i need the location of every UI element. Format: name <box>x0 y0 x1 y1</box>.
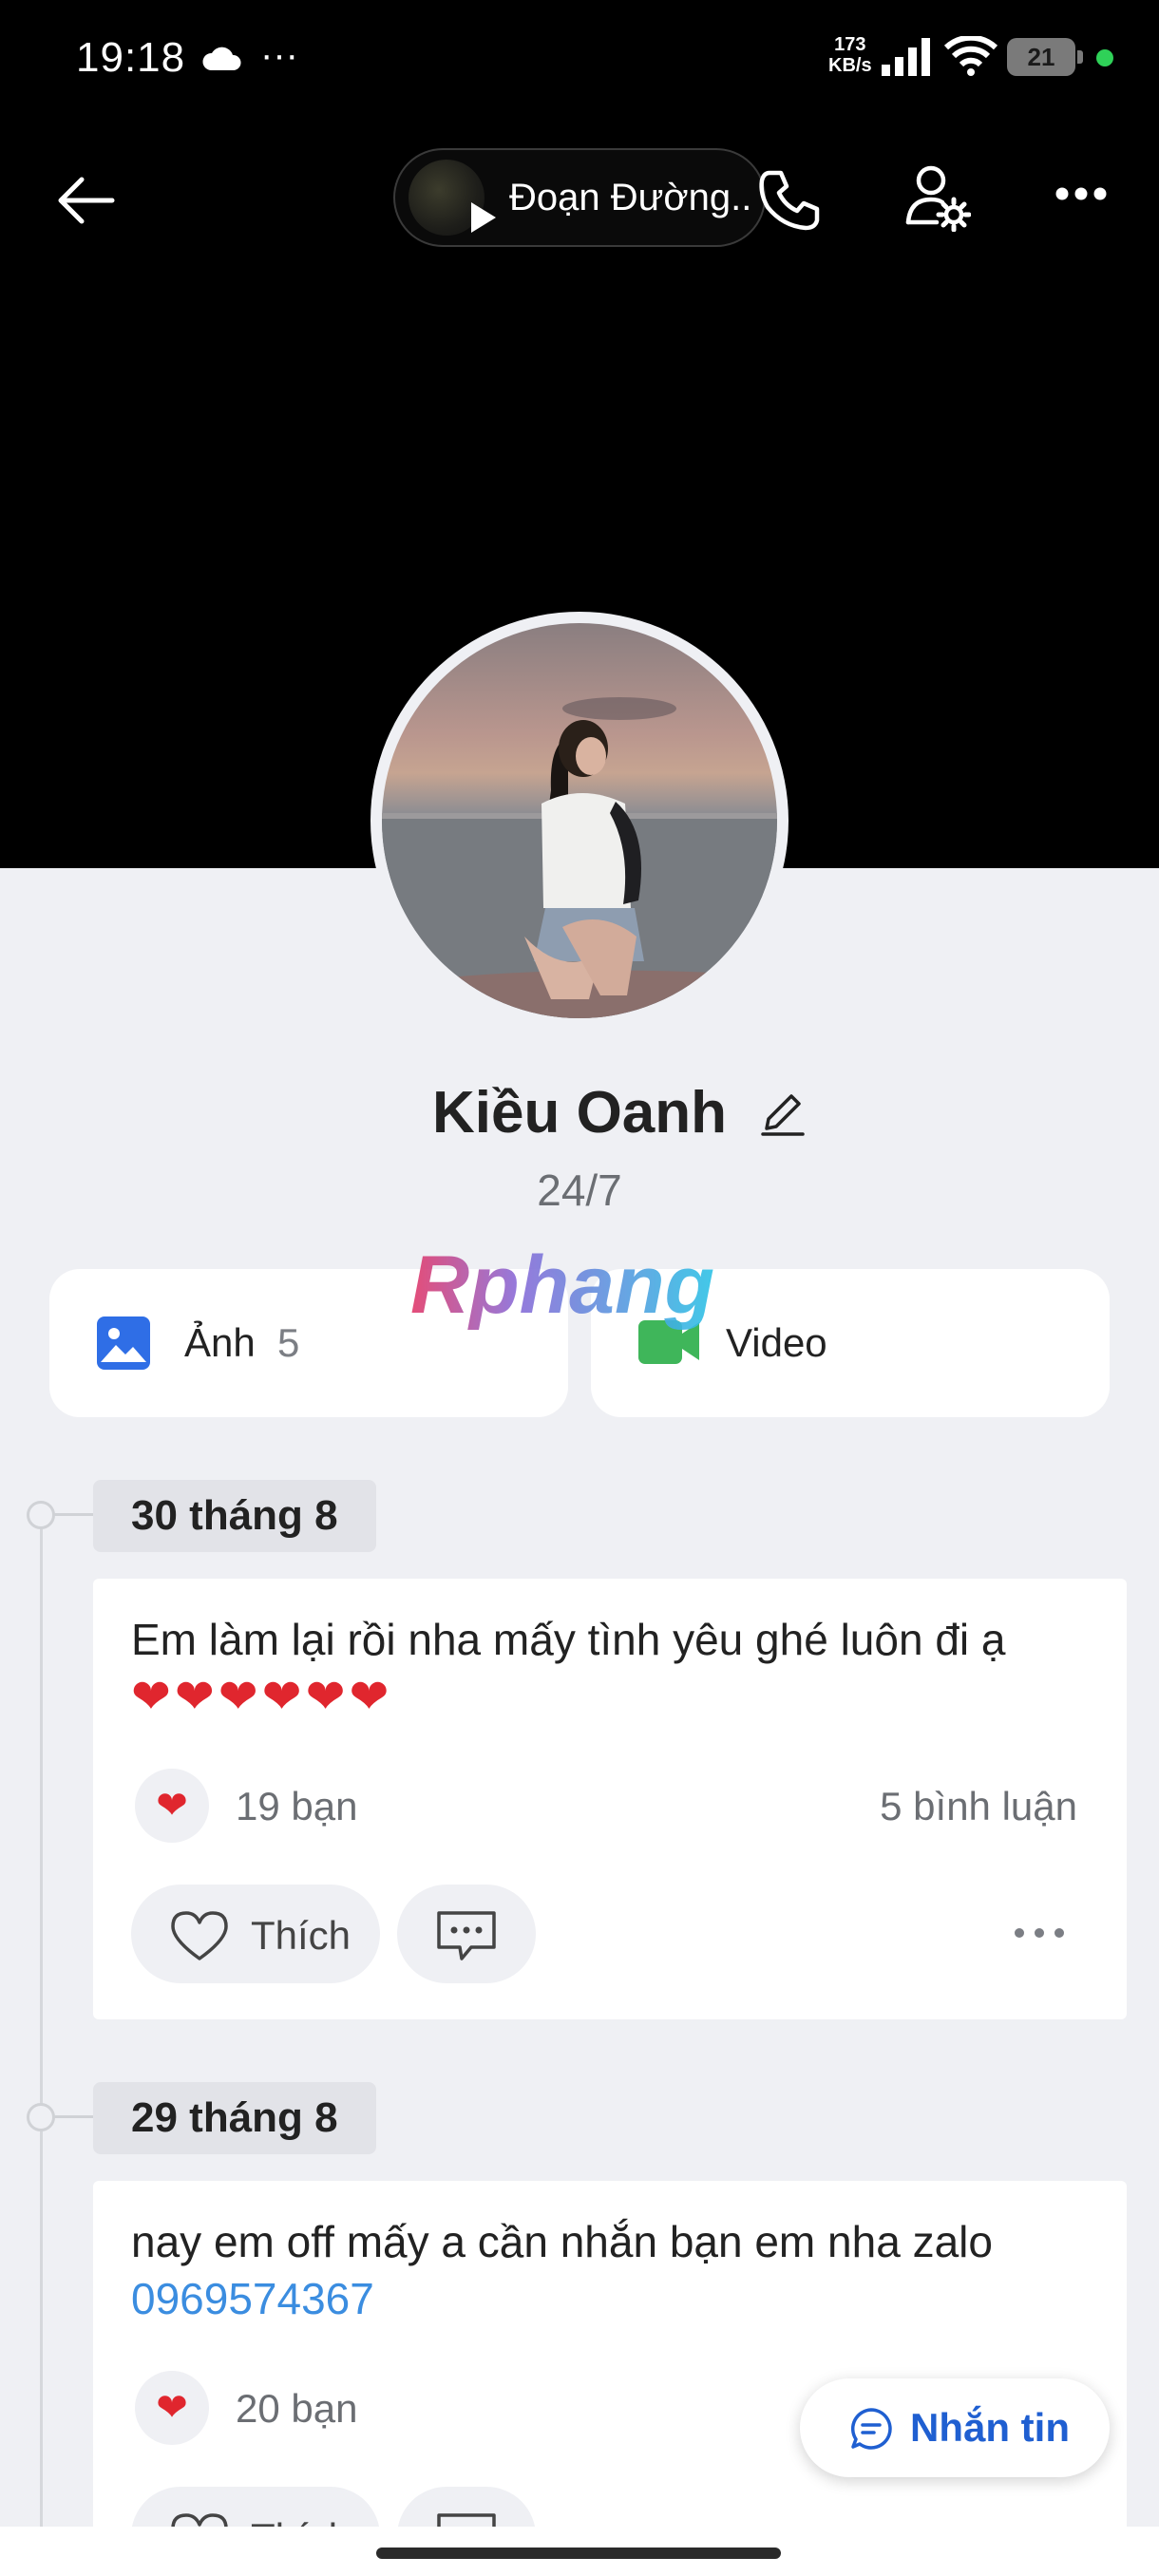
phone-number-link[interactable]: 0969574367 <box>131 2270 1089 2327</box>
status-more-dots: ··· <box>260 34 298 76</box>
timeline-line <box>40 1514 43 2576</box>
home-indicator[interactable] <box>376 2548 781 2559</box>
avatar[interactable] <box>382 623 777 1018</box>
back-arrow-icon[interactable] <box>53 167 120 234</box>
photos-label: Ảnh <box>184 1320 256 1365</box>
user-settings-icon[interactable] <box>902 163 971 232</box>
image-icon <box>97 1316 150 1370</box>
heart-reaction-icon[interactable]: ❤ <box>135 1769 209 1843</box>
battery-icon: 21 <box>1007 38 1083 76</box>
net-speed-value: 173 <box>834 34 866 55</box>
post-caption: Em làm lại rồi nha mấy tình yêu ghé luôn… <box>131 1615 1006 1664</box>
send-message-button[interactable]: Nhắn tin <box>800 2378 1110 2477</box>
comment-icon <box>437 1911 496 1960</box>
cloud-icon <box>202 47 241 70</box>
profile-name: Kiều Oanh <box>431 1080 728 1146</box>
like-label: Thích <box>251 1913 352 1958</box>
status-time: 19:18 <box>76 34 186 81</box>
like-button[interactable]: Thích <box>131 1885 380 1983</box>
post-heart-emojis: ❤❤❤❤❤❤ <box>131 1670 393 1723</box>
watermark-logo: Rphang <box>410 1241 714 1331</box>
net-speed: 173 KB/s <box>828 34 872 76</box>
comment-count[interactable]: 5 bình luận <box>880 1784 1077 1829</box>
more-options-icon[interactable] <box>1054 186 1108 201</box>
photos-count: 5 <box>277 1320 300 1365</box>
status-bar: 19:18 ··· 173 KB/s 21 <box>0 0 1159 123</box>
svg-text:Rphang: Rphang <box>410 1241 714 1331</box>
profile-music-button[interactable]: Đoạn Đường.. <box>393 148 766 247</box>
post-card[interactable]: Em làm lại rồi nha mấy tình yêu ghé luôn… <box>93 1579 1127 2019</box>
privacy-indicator-dot <box>1096 49 1113 66</box>
phone-call-icon[interactable] <box>756 167 823 234</box>
edit-pencil-icon[interactable] <box>759 1090 807 1138</box>
chat-bubble-icon <box>850 2408 892 2450</box>
music-title: Đoạn Đường.. <box>509 177 752 218</box>
date-chip: 29 tháng 8 <box>93 2082 376 2154</box>
timeline-dot <box>27 2103 96 2131</box>
post-caption: nay em off mấy a cần nhắn bạn em nha zal… <box>131 2217 993 2266</box>
comment-button[interactable] <box>397 1885 536 1983</box>
avatar-photo <box>382 697 777 1018</box>
post-text: Em làm lại rồi nha mấy tình yêu ghé luôn… <box>131 1611 1089 1725</box>
heart-reaction-icon[interactable]: ❤ <box>135 2371 209 2445</box>
post-more-icon[interactable] <box>1013 1926 1066 1940</box>
post-text: nay em off mấy a cần nhắn bạn em nha zal… <box>131 2213 1089 2327</box>
heart-outline-icon <box>171 1911 228 1960</box>
timeline-dot <box>27 1501 96 1529</box>
profile-status: 24/7 <box>537 1165 622 1215</box>
reaction-count[interactable]: 20 bạn <box>236 2386 357 2432</box>
play-icon <box>471 202 496 233</box>
net-speed-unit: KB/s <box>828 55 872 76</box>
signal-icon <box>882 38 930 76</box>
profile-name-container: Kiều Oanh <box>0 1079 1159 1146</box>
date-chip: 30 tháng 8 <box>93 1480 376 1552</box>
wifi-icon <box>944 36 998 76</box>
reaction-count[interactable]: 19 bạn <box>236 1784 357 1829</box>
send-message-label: Nhắn tin <box>910 2405 1070 2450</box>
